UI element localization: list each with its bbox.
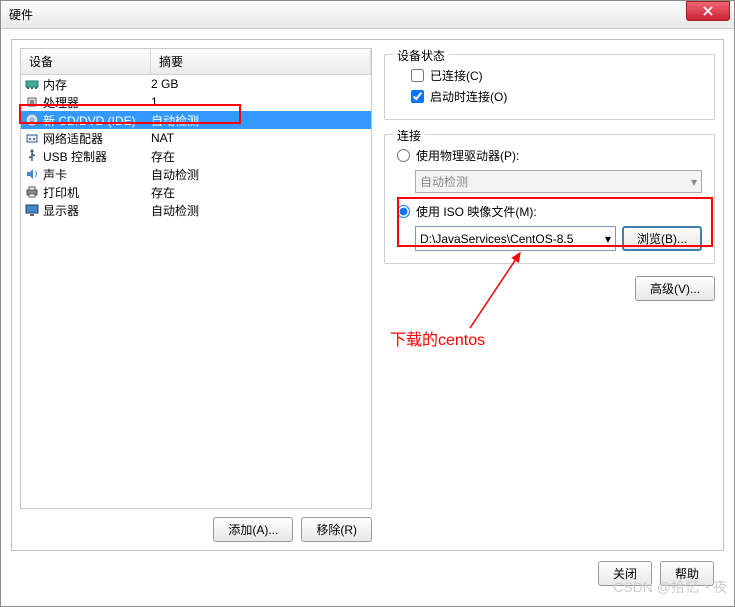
left-panel: 设备 摘要 内存2 GB处理器1新 CD/DVD (IDE)自动检测网络适配器N… (20, 48, 372, 542)
device-summary: 自动检测 (151, 112, 367, 129)
physical-drive-combo[interactable]: 自动检测 ▾ (415, 170, 702, 193)
use-physical-label: 使用物理驱动器(P): (416, 147, 519, 164)
device-name: 网络适配器 (43, 130, 103, 147)
iso-path-combo[interactable]: D:\JavaServices\CentOS-8.5 ▾ (415, 226, 616, 251)
table-row[interactable]: 显示器 自动检测 (21, 201, 371, 219)
annotation-text: 下载的centos (390, 326, 485, 350)
table-row[interactable]: 网络适配器 NAT (21, 129, 371, 147)
device-name: 打印机 (43, 184, 79, 201)
add-button[interactable]: 添加(A)... (213, 517, 293, 542)
remove-button[interactable]: 移除(R) (301, 517, 372, 542)
display-icon (25, 203, 39, 217)
advanced-button[interactable]: 高级(V)... (635, 276, 715, 301)
connection-group-title: 连接 (393, 127, 425, 144)
use-physical-radio[interactable] (397, 149, 410, 162)
close-icon (703, 6, 713, 16)
sound-icon (25, 167, 39, 181)
hardware-dialog: 硬件 设备 摘要 内存2 GB处理器1新 CD/DVD (IDE)自动检测网络适… (0, 0, 735, 607)
chevron-down-icon: ▾ (605, 232, 611, 246)
connection-group: 连接 使用物理驱动器(P): 自动检测 ▾ 使用 ISO 映像文件(M): (384, 134, 715, 264)
header-device[interactable]: 设备 (21, 49, 151, 74)
table-body: 内存2 GB处理器1新 CD/DVD (IDE)自动检测网络适配器NATUSB … (21, 75, 371, 219)
status-group-title: 设备状态 (393, 47, 449, 64)
cd-icon (25, 113, 39, 127)
device-summary: 存在 (151, 148, 367, 165)
window-title: 硬件 (9, 6, 33, 23)
device-name: 内存 (43, 76, 67, 93)
table-row[interactable]: USB 控制器 存在 (21, 147, 371, 165)
connected-checkbox[interactable] (411, 69, 424, 82)
device-table: 设备 摘要 内存2 GB处理器1新 CD/DVD (IDE)自动检测网络适配器N… (20, 48, 372, 509)
use-iso-label: 使用 ISO 映像文件(M): (416, 203, 537, 220)
browse-button[interactable]: 浏览(B)... (622, 226, 702, 251)
table-row[interactable]: 新 CD/DVD (IDE) 自动检测 (21, 111, 371, 129)
usb-icon (25, 149, 39, 163)
help-button[interactable]: 帮助 (660, 561, 714, 586)
header-summary[interactable]: 摘要 (151, 49, 371, 74)
physical-drive-value: 自动检测 (420, 173, 468, 190)
device-name: 新 CD/DVD (IDE) (43, 112, 136, 129)
cpu-icon (25, 95, 39, 109)
content-area: 设备 摘要 内存2 GB处理器1新 CD/DVD (IDE)自动检测网络适配器N… (1, 29, 734, 606)
chevron-down-icon: ▾ (691, 175, 697, 189)
device-summary: 自动检测 (151, 202, 367, 219)
device-summary: 1 (151, 95, 367, 109)
table-header: 设备 摘要 (21, 49, 371, 75)
iso-path-value: D:\JavaServices\CentOS-8.5 (420, 232, 573, 246)
table-row[interactable]: 处理器 1 (21, 93, 371, 111)
device-summary: 自动检测 (151, 166, 367, 183)
device-summary: 2 GB (151, 77, 367, 91)
use-iso-radio[interactable] (397, 205, 410, 218)
device-name: 显示器 (43, 202, 79, 219)
network-icon (25, 131, 39, 145)
right-panel: 设备状态 已连接(C) 启动时连接(O) 连接 使用物理驱动器(P): (384, 48, 715, 542)
table-row[interactable]: 声卡 自动检测 (21, 165, 371, 183)
table-row[interactable]: 打印机 存在 (21, 183, 371, 201)
device-status-group: 设备状态 已连接(C) 启动时连接(O) (384, 54, 715, 120)
connect-on-start-label: 启动时连接(O) (430, 88, 507, 105)
device-name: USB 控制器 (43, 148, 107, 165)
device-summary: 存在 (151, 184, 367, 201)
connected-label: 已连接(C) (430, 67, 483, 84)
connect-on-start-checkbox[interactable] (411, 90, 424, 103)
device-summary: NAT (151, 131, 367, 145)
close-button[interactable]: 关闭 (598, 561, 652, 586)
table-row[interactable]: 内存 2 GB (21, 75, 371, 93)
main-panel: 设备 摘要 内存2 GB处理器1新 CD/DVD (IDE)自动检测网络适配器N… (11, 39, 724, 551)
left-buttons: 添加(A)... 移除(R) (20, 509, 372, 542)
device-name: 处理器 (43, 94, 79, 111)
close-window-button[interactable] (686, 1, 730, 21)
titlebar: 硬件 (1, 1, 734, 29)
printer-icon (25, 185, 39, 199)
dialog-footer: 关闭 帮助 (11, 551, 724, 596)
device-name: 声卡 (43, 166, 67, 183)
memory-icon (25, 77, 39, 91)
